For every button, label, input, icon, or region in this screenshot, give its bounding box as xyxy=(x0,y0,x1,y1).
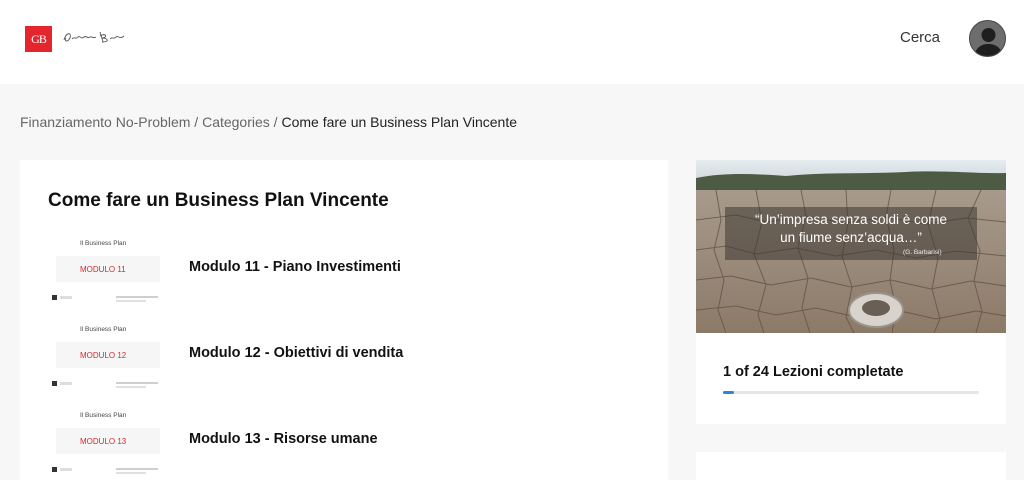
thumbnail-footer-line xyxy=(116,472,146,474)
progress-label: 1 of 24 Lezioni completate xyxy=(723,364,904,380)
progress-card: “Un’impresa senza soldi è come un fiume … xyxy=(696,160,1006,424)
thumbnail-module-label: MODULO 11 xyxy=(80,265,126,274)
quote-hero-image: “Un’impresa senza soldi è come un fiume … xyxy=(696,160,1006,333)
course-title: Come fare un Business Plan Vincente xyxy=(48,190,389,211)
thumbnail-header: Il Business Plan xyxy=(80,240,127,247)
lesson-thumbnail: Il Business Plan MODULO 12 xyxy=(48,326,160,390)
breadcrumb-link-course[interactable]: Finanziamento No-Problem xyxy=(20,114,190,130)
lesson-item[interactable]: Il Business Plan MODULO 11 Modulo 11 - P… xyxy=(48,240,648,306)
thumbnail-footer-line xyxy=(116,382,158,384)
signature-logo xyxy=(63,31,125,43)
quote-line: “Un’impresa senza soldi è come xyxy=(754,212,948,227)
quote-overlay: “Un’impresa senza soldi è come un fiume … xyxy=(725,207,977,260)
thumbnail-module-label: MODULO 13 xyxy=(80,437,127,446)
top-bar: GB Cerca xyxy=(0,0,1024,84)
course-card: Come fare un Business Plan Vincente Il B… xyxy=(20,160,668,480)
breadcrumb-current: Come fare un Business Plan Vincente xyxy=(281,114,517,130)
thumbnail-signature xyxy=(60,468,72,471)
thumbnail-logo-icon xyxy=(52,467,57,472)
progress-bar-fill xyxy=(723,391,734,394)
thumbnail-header: Il Business Plan xyxy=(80,412,127,419)
lesson-item[interactable]: Il Business Plan MODULO 13 Modulo 13 - R… xyxy=(48,412,648,478)
breadcrumb-separator: / xyxy=(194,114,199,130)
breadcrumb-link-categories[interactable]: Categories xyxy=(202,114,270,130)
lesson-title[interactable]: Modulo 12 - Obiettivi di vendita xyxy=(189,345,403,361)
thumbnail-signature xyxy=(60,296,72,299)
quote-author: (G. Barbarisi) xyxy=(903,249,942,256)
breadcrumb: Finanziamento No-Problem / Categories / … xyxy=(20,114,517,130)
lesson-title[interactable]: Modulo 11 - Piano Investimenti xyxy=(189,259,401,275)
thumbnail-logo-icon xyxy=(52,295,57,300)
thumbnail-signature xyxy=(60,382,72,385)
user-silhouette-icon xyxy=(970,21,1005,56)
thumbnail-footer-line xyxy=(116,386,146,388)
secondary-card xyxy=(696,452,1006,480)
thumbnail-logo-icon xyxy=(52,381,57,386)
user-avatar[interactable] xyxy=(969,20,1006,57)
thumbnail-module-label: MODULO 12 xyxy=(80,351,127,360)
brand-logo[interactable]: GB xyxy=(25,26,52,52)
lesson-item[interactable]: Il Business Plan MODULO 12 Modulo 12 - O… xyxy=(48,326,648,392)
thumbnail-footer-line xyxy=(116,296,158,298)
quote-line: un fiume senz’acqua…” xyxy=(780,230,922,245)
search-link[interactable]: Cerca xyxy=(900,29,940,46)
progress-bar xyxy=(723,391,979,394)
quote-text: “Un’impresa senza soldi è come un fiume … xyxy=(725,211,977,247)
lesson-title[interactable]: Modulo 13 - Risorse umane xyxy=(189,431,378,447)
thumbnail-footer-line xyxy=(116,468,158,470)
lesson-thumbnail: Il Business Plan MODULO 13 xyxy=(48,412,160,476)
lesson-thumbnail: Il Business Plan MODULO 11 xyxy=(48,240,160,304)
thumbnail-header: Il Business Plan xyxy=(80,326,127,333)
thumbnail-footer-line xyxy=(116,300,146,302)
